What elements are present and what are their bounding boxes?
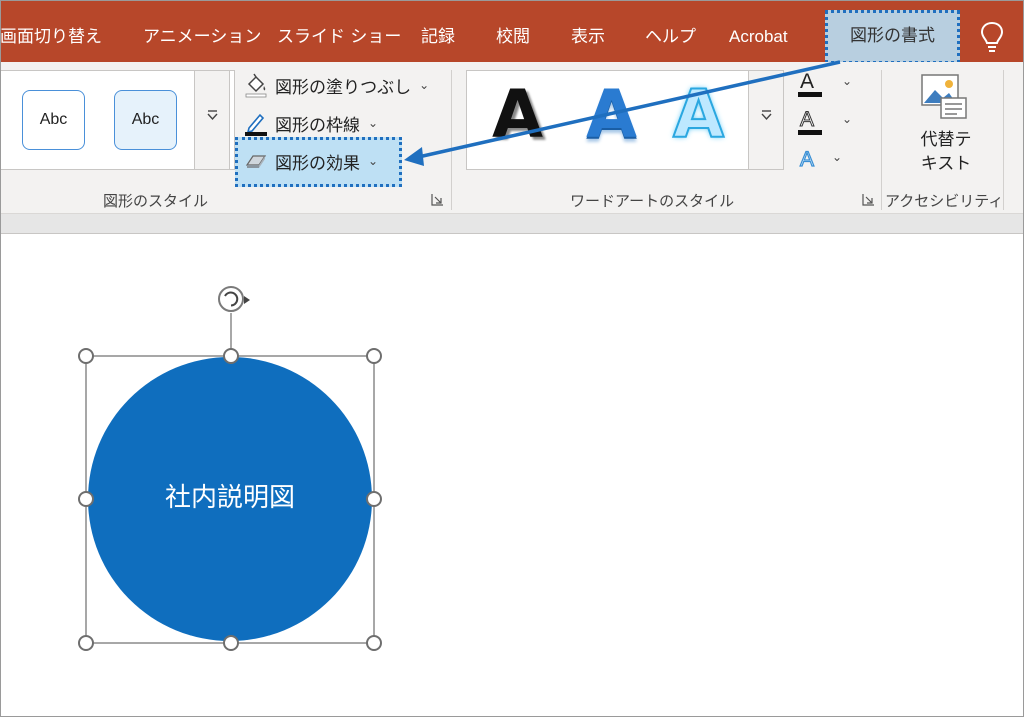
resize-handle-top-right[interactable] <box>366 348 382 364</box>
resize-handle-bottom-right[interactable] <box>366 635 382 651</box>
shape-layer <box>78 286 382 651</box>
resize-handle-top[interactable] <box>223 348 239 364</box>
resize-handle-bottom[interactable] <box>223 635 239 651</box>
rotate-handle-icon[interactable] <box>218 286 250 312</box>
resize-handle-top-left[interactable] <box>78 348 94 364</box>
shape-text[interactable]: 社内説明図 <box>88 472 372 524</box>
resize-handle-bottom-left[interactable] <box>78 635 94 651</box>
